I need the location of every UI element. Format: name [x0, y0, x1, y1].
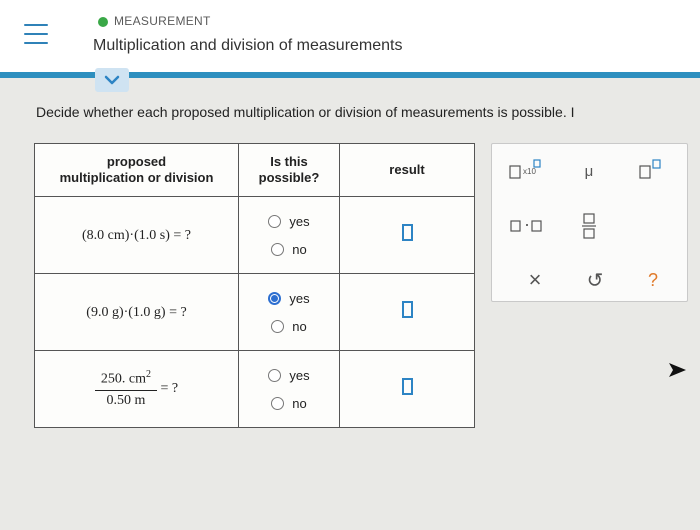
math-palette: x10 μ · × ↺ ?	[491, 143, 688, 302]
radio-circle[interactable]	[271, 242, 285, 256]
help-button[interactable]: ?	[638, 268, 668, 292]
expression-2: (9.0 g)·(1.0 g) = ?	[86, 305, 187, 320]
superscript-button[interactable]	[632, 158, 672, 182]
fraction: 250. cm2 0.50 m	[94, 369, 157, 409]
exponent: 2	[146, 369, 151, 381]
radio-yes-2[interactable]: yes	[239, 284, 339, 312]
table-row: (8.0 cm)·(1.0 s) = ? yes no	[34, 196, 475, 274]
radio-no-3[interactable]: no	[239, 389, 339, 417]
equals-question: = ?	[160, 381, 179, 397]
x10-label: x10	[523, 167, 536, 176]
collapse-button[interactable]	[95, 68, 129, 92]
header-possible: Is this possible?	[238, 143, 340, 197]
radio-circle[interactable]	[271, 396, 285, 410]
fraction-icon	[582, 213, 596, 239]
mouse-cursor-icon	[669, 363, 686, 377]
result-input-3[interactable]	[401, 378, 413, 395]
multiply-dot-button[interactable]: ·	[506, 214, 546, 238]
denominator: 0.50 m	[106, 392, 146, 408]
undo-button[interactable]: ↺	[580, 268, 610, 292]
table-row: (9.0 g)·(1.0 g) = ? yes no	[34, 273, 475, 351]
header-possible-line1: Is this	[270, 154, 308, 169]
header-result: result	[339, 143, 475, 197]
topic-label: MEASUREMENT	[114, 14, 211, 28]
radio-no-2[interactable]: no	[239, 312, 339, 340]
radio-no-1[interactable]: no	[239, 235, 339, 263]
header-proposed-line1: proposed	[106, 154, 167, 169]
radio-label: no	[292, 395, 307, 411]
header-proposed-line2: multiplication or division	[59, 170, 214, 185]
expression-3: 250. cm2 0.50 m = ?	[94, 369, 179, 408]
header-bar: MEASUREMENT Multiplication and division …	[0, 0, 700, 72]
radio-label: yes	[289, 367, 310, 383]
radio-label: yes	[289, 290, 310, 306]
status-dot-icon	[98, 17, 108, 27]
radio-yes-3[interactable]: yes	[239, 361, 339, 389]
numerator: 250. cm	[100, 371, 146, 387]
dot-label: ·	[524, 214, 530, 234]
header-proposed: proposed multiplication or division	[34, 143, 239, 197]
scientific-notation-button[interactable]: x10	[506, 158, 546, 182]
superscript-icon	[639, 159, 661, 179]
menu-icon[interactable]	[24, 24, 48, 44]
question-prompt: Decide whether each proposed multiplicat…	[36, 104, 575, 120]
radio-label: yes	[289, 213, 310, 229]
fraction-button[interactable]	[574, 210, 604, 242]
clear-button[interactable]: ×	[520, 267, 550, 292]
header-possible-line2: possible?	[258, 170, 320, 185]
radio-circle-selected[interactable]	[268, 291, 282, 305]
radio-circle[interactable]	[271, 319, 285, 333]
expression-1: (8.0 cm)·(1.0 s) = ?	[82, 228, 191, 243]
table-row: 250. cm2 0.50 m = ? yes no	[34, 350, 475, 428]
radio-circle[interactable]	[268, 214, 282, 228]
mu-button[interactable]: μ	[574, 160, 604, 182]
radio-circle[interactable]	[268, 368, 282, 382]
radio-yes-1[interactable]: yes	[239, 207, 339, 235]
result-input-2[interactable]	[401, 301, 413, 318]
result-input-1[interactable]	[401, 224, 413, 241]
page-title: Multiplication and division of measureme…	[93, 37, 403, 54]
chevron-down-icon	[104, 75, 120, 85]
radio-label: no	[292, 318, 307, 334]
radio-label: no	[292, 241, 307, 257]
measurement-table: proposed multiplication or division Is t…	[34, 143, 475, 428]
